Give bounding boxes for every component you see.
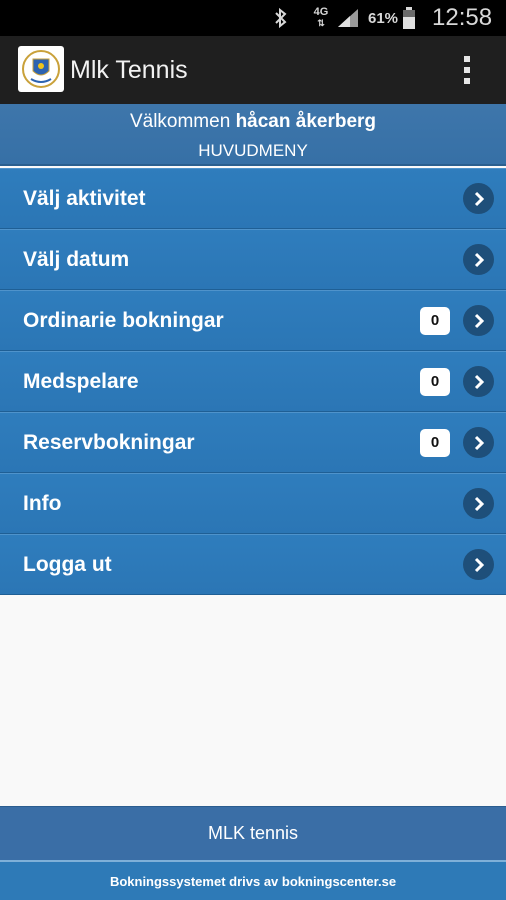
welcome-text: Välkommen håcan åkerberg [0,110,506,134]
data-arrows-icon: ⇅ [317,18,325,28]
chevron-right-icon[interactable] [463,488,494,519]
chevron-right-icon[interactable] [463,427,494,458]
menu-item-label: Medspelare [23,369,139,393]
footer-title: MLK tennis [0,806,506,860]
chevron-right-icon[interactable] [463,305,494,336]
user-name: håcan åkerberg [235,111,377,132]
menu-item-info[interactable]: Info [0,473,506,534]
count-badge: 0 [420,306,450,335]
club-emblem-icon [22,50,60,88]
chevron-right-icon[interactable] [463,549,494,580]
chevron-right-icon[interactable] [463,244,494,275]
menu-item-label: Info [23,491,62,515]
menu-item-label: Logga ut [23,552,112,576]
count-badge: 0 [420,428,450,457]
menu-item-logga-ut[interactable]: Logga ut [0,534,506,595]
menu-item-valj-datum[interactable]: Välj datum [0,229,506,290]
menu-item-valj-aktivitet[interactable]: Välj aktivitet [0,168,506,229]
menu-item-ordinarie-bokningar[interactable]: Ordinarie bokningar 0 [0,290,506,351]
status-bar: 4G ⇅ 61% 12:58 [0,0,506,36]
clock: 12:58 [432,4,493,31]
count-badge: 0 [420,367,450,396]
signal-icon [336,0,362,36]
chevron-right-icon[interactable] [463,366,494,397]
menu-item-label: Reservbokningar [23,430,195,454]
overflow-menu-icon[interactable] [458,52,476,88]
menu-item-label: Ordinarie bokningar [23,308,224,332]
menu-item-medspelare[interactable]: Medspelare 0 [0,351,506,412]
chevron-right-icon[interactable] [463,183,494,214]
app-bar: Mlk Tennis [0,36,506,104]
welcome-header: Välkommen håcan åkerberg HUVUDMENY [0,104,506,166]
menu-item-reservbokningar[interactable]: Reservbokningar 0 [0,412,506,473]
club-logo [18,46,64,92]
network-type-indicator: 4G ⇅ [310,0,332,36]
bluetooth-icon [274,0,294,36]
menu-item-label: Välj datum [23,247,130,271]
main-menu: Välj aktivitet Välj datum Ordinarie bokn… [0,168,506,595]
app-title: Mlk Tennis [70,56,188,84]
network-label: 4G [313,6,329,18]
battery-icon [402,0,420,36]
menu-item-label: Välj aktivitet [23,186,146,210]
welcome-prefix: Välkommen [129,111,231,132]
section-title: HUVUDMENY [198,141,308,160]
battery-percent: 61% [368,9,399,27]
powered-by-link[interactable]: Bokningssystemet drivs av bokningscenter… [0,860,506,900]
